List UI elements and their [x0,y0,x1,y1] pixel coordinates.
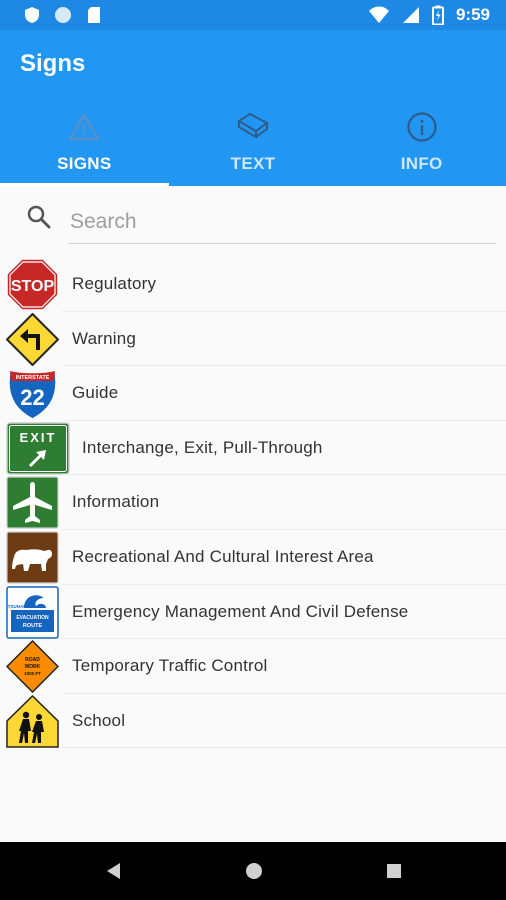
sd-card-icon [88,7,100,23]
road-work-sign-icon: ROAD WORK 1000 FT [6,640,59,694]
interstate-shield-icon: INTERSTATE 22 [8,370,57,421]
circle-icon [55,7,71,23]
list-item-label: Warning [72,328,137,348]
list-item-label: Regulatory [72,274,157,293]
svg-text:22: 22 [20,385,44,410]
shield-icon [25,7,39,23]
list-item-recreational[interactable]: Recreational And Cultural Interest Area [0,530,506,585]
tab-label: SIGNS [57,154,112,173]
svg-text:EVACUATION: EVACUATION [16,615,49,621]
tab-info[interactable]: INFO [337,100,506,186]
bear-sign-icon [6,531,59,584]
svg-text:STOP: STOP [11,278,55,295]
list-item-label: Emergency Management And Civil Defense [72,601,409,621]
svg-text:ROUTE: ROUTE [23,623,43,629]
recents-icon[interactable] [384,861,404,881]
svg-text:ROAD: ROAD [25,657,40,663]
tab-bar: SIGNS TEXT INFO [0,100,506,186]
search-input[interactable] [68,200,496,244]
search-bar [0,186,506,250]
tsunami-evacuation-sign-icon: TSUNAMI EVACUATION ROUTE [6,585,59,639]
back-icon[interactable] [104,861,124,881]
list-item-school[interactable]: School [0,694,506,749]
list-item-guide[interactable]: INTERSTATE 22 Guide [0,366,506,421]
list-item-interchange-exit[interactable]: EXIT Interchange, Exit, Pull-Through [0,421,506,476]
svg-text:TSUNAMI: TSUNAMI [8,604,29,609]
tab-label: TEXT [230,154,276,173]
list-item-emergency[interactable]: TSUNAMI EVACUATION ROUTE Emergency Manag… [0,585,506,640]
stop-sign-icon: STOP [6,258,59,311]
list-item-information[interactable]: Information [0,475,506,530]
turn-left-warning-sign-icon [6,312,59,366]
warning-icon [68,110,100,144]
list-item-label: School [72,710,126,730]
list-item-label: Temporary Traffic Control [72,656,268,676]
status-bar: 9:59 [0,0,506,30]
svg-text:INTERSTATE: INTERSTATE [16,375,50,381]
info-icon [406,110,438,144]
list-item-label: Recreational And Cultural Interest Area [72,546,374,566]
home-icon[interactable] [244,861,264,881]
list-item-warning[interactable]: Warning [0,312,506,367]
svg-text:1000 FT: 1000 FT [24,671,41,676]
clock: 9:59 [455,5,490,24]
wifi-icon [368,6,389,23]
search-icon [27,205,51,229]
school-crossing-sign-icon [6,694,59,748]
category-list: STOP Regulatory Warning INTERSTATE 22 Gu… [0,257,506,749]
list-item-label: Guide [72,383,119,403]
svg-text:WORK: WORK [25,664,41,670]
svg-text:EXIT: EXIT [20,430,57,445]
exit-sign-icon: EXIT [6,422,70,475]
list-item-temporary-traffic[interactable]: ROAD WORK 1000 FT Temporary Traffic Cont… [0,639,506,694]
app-title: Signs [20,50,86,77]
cell-signal-icon [402,7,419,23]
divider [62,747,506,749]
tab-signs[interactable]: SIGNS [0,100,169,186]
list-item-regulatory[interactable]: STOP Regulatory [0,257,506,312]
tab-text[interactable]: TEXT [169,100,338,186]
list-item-label: Information [72,492,160,512]
tab-label: INFO [400,154,443,173]
system-nav-bar [0,842,506,900]
battery-icon [431,5,444,25]
book-icon [236,110,270,144]
app-bar: Signs SIGNS TEXT INFO [0,30,506,186]
list-item-label: Interchange, Exit, Pull-Through [82,437,323,457]
airport-sign-icon [6,476,59,529]
